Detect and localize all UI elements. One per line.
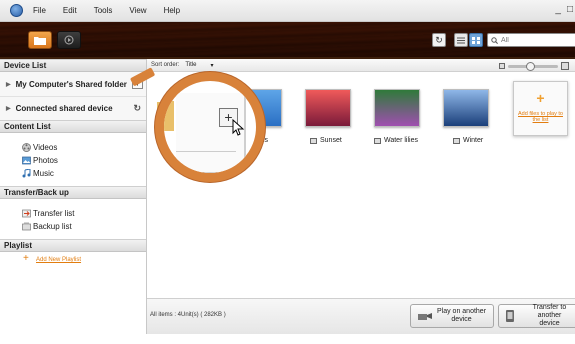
sidebar-item-label: Photos	[33, 156, 58, 165]
menu-tools[interactable]: Tools	[94, 6, 113, 15]
shared-folder-row[interactable]: ▶ My Computer's Shared folder +	[0, 72, 146, 96]
thumbnail-label-text: Water lilies	[384, 137, 418, 144]
minimize-button[interactable]: _	[555, 4, 561, 15]
content-list: Videos Photos Music	[0, 133, 146, 186]
music-note-icon	[22, 169, 31, 178]
app-logo-icon	[10, 4, 23, 17]
transfer-device-icon	[505, 310, 514, 322]
photo-icon	[22, 156, 31, 165]
search-icon	[491, 36, 498, 44]
add-playlist-label: Add New Playlist	[36, 257, 82, 263]
playlist-header: Playlist	[0, 239, 146, 252]
sidebar-item-label: Backup list	[33, 222, 72, 231]
menu-bar: File Edit Tools View Help _ □	[0, 0, 575, 22]
shared-folder-label: My Computer's Shared folder	[15, 79, 127, 89]
sort-bar: Sort order: Title ▾	[147, 59, 575, 72]
large-thumb-icon	[561, 62, 569, 70]
sidebar-item-music[interactable]: Music	[0, 167, 146, 180]
status-bar: All items : 4Unit(s) ( 282KB ) Play on a…	[147, 298, 575, 334]
add-files-label: Add files to play to the list	[518, 111, 563, 123]
magnifier-overlay: +	[155, 72, 265, 182]
device-list-header: Device List	[0, 59, 146, 72]
window-controls: _ □	[555, 4, 573, 15]
sort-select[interactable]: Title ▾	[185, 62, 213, 69]
sidebar-item-photos[interactable]: Photos	[0, 154, 146, 167]
window-bottom-edge	[0, 334, 575, 344]
sort-value: Title	[185, 62, 197, 68]
thumbnail-sunset[interactable]	[305, 89, 351, 127]
backup-icon	[22, 222, 31, 231]
grid-icon	[472, 36, 480, 44]
transfer-button-line2: device	[539, 320, 560, 327]
image-icon	[310, 137, 317, 144]
grid-view-button[interactable]	[469, 33, 483, 47]
thumbnail-winter[interactable]	[443, 89, 489, 127]
list-icon	[457, 37, 465, 43]
thumbnail-label: Water lilies	[374, 137, 418, 144]
transfer-to-device-button[interactable]: Transfer to another device	[498, 304, 575, 328]
transfer-button-label: Transfer to another device	[520, 304, 575, 328]
sidebar-item-backup-list[interactable]: Backup list	[0, 220, 146, 233]
sidebar-item-label: Transfer list	[33, 209, 75, 218]
sidebar-item-label: Videos	[33, 143, 58, 152]
connected-device-label: Connected shared device	[15, 104, 113, 113]
mouse-cursor-icon	[232, 119, 245, 136]
zoom-slider[interactable]	[499, 61, 569, 71]
list-view-button[interactable]	[454, 33, 468, 47]
refresh-icon: ↻	[435, 34, 443, 45]
folder-view-button[interactable]	[28, 31, 52, 49]
play-circle-icon	[64, 35, 74, 45]
menu-view[interactable]: View	[129, 6, 146, 15]
plus-icon: +	[536, 90, 545, 106]
play-device-icon	[418, 313, 432, 320]
sidebar-item-transfer-list[interactable]: Transfer list	[0, 207, 146, 220]
thumbnail-label-text: Sunset	[320, 137, 342, 144]
expand-arrow-icon[interactable]: ▶	[6, 105, 11, 112]
sidebar: Device List ▶ My Computer's Shared folde…	[0, 59, 147, 334]
play-view-button[interactable]	[57, 31, 81, 49]
play-button-label: Play on another device	[437, 308, 486, 324]
image-icon	[453, 137, 460, 144]
refresh-button[interactable]: ↻	[432, 33, 446, 47]
sort-label: Sort order:	[151, 62, 180, 68]
thumbnail-label-text: Winter	[463, 137, 484, 144]
small-thumb-icon	[499, 63, 505, 69]
transfer-button-line1: Transfer to another	[532, 304, 567, 319]
play-button-line2: device	[451, 316, 472, 323]
menu-help[interactable]: Help	[164, 6, 180, 15]
transfer-header: Transfer/Back up	[0, 186, 146, 199]
image-icon	[374, 137, 381, 144]
sidebar-item-label: Music	[33, 169, 54, 178]
menu-edit[interactable]: Edit	[63, 6, 77, 15]
play-button-line1: Play on another	[437, 308, 487, 315]
zoom-track[interactable]	[508, 61, 558, 71]
toolbar: ↻	[0, 22, 575, 59]
thumbnail-label: Sunset	[310, 137, 342, 144]
content-list-header: Content List	[0, 120, 146, 133]
menu-file[interactable]: File	[33, 6, 46, 15]
zoom-handle[interactable]	[525, 61, 535, 71]
sidebar-item-videos[interactable]: Videos	[0, 141, 146, 154]
video-reel-icon	[22, 143, 31, 152]
add-files-card[interactable]: + Add files to play to the list	[513, 81, 568, 136]
search-input[interactable]	[501, 36, 571, 44]
refresh-devices-icon[interactable]: ↻	[133, 103, 141, 114]
transfer-list: Transfer list Backup list	[0, 199, 146, 239]
status-summary: All items : 4Unit(s) ( 282KB )	[150, 312, 226, 318]
thumbnail-label: Winter	[453, 137, 483, 144]
maximize-button[interactable]: □	[567, 4, 573, 15]
add-playlist-link[interactable]: + Add New Playlist	[0, 252, 146, 268]
connected-device-row[interactable]: ▶ Connected shared device ↻	[0, 96, 146, 120]
chevron-down-icon: ▾	[210, 62, 214, 69]
expand-arrow-icon[interactable]: ▶	[6, 81, 11, 88]
thumbnail-water-lilies[interactable]	[374, 89, 420, 127]
folder-icon	[34, 36, 46, 45]
play-on-device-button[interactable]: Play on another device	[410, 304, 494, 328]
transfer-icon	[22, 209, 31, 218]
magnified-divider	[176, 151, 236, 152]
search-box[interactable]	[487, 33, 575, 47]
plus-icon: +	[23, 253, 29, 264]
